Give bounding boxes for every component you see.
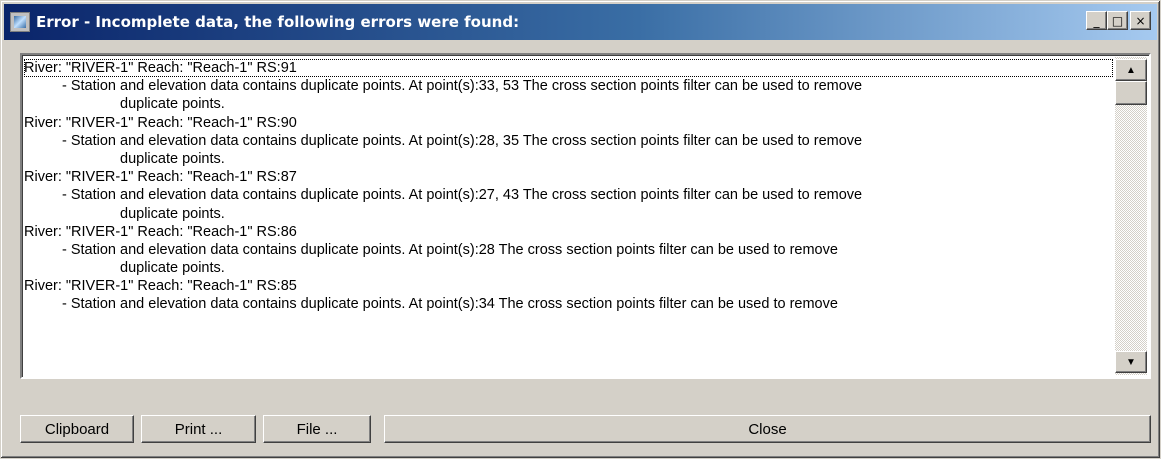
app-icon[interactable] [10, 12, 30, 32]
arrow-down-icon: ▼ [1126, 356, 1136, 368]
error-message-row[interactable]: - Station and elevation data contains du… [24, 132, 1113, 150]
error-list[interactable]: River: "RIVER-1" Reach: "Reach-1" RS:91 … [20, 53, 1151, 379]
maximize-icon: □ [1111, 13, 1124, 28]
error-header-row[interactable]: River: "RIVER-1" Reach: "Reach-1" RS:90 [24, 114, 1113, 132]
error-message-row[interactable]: - Station and elevation data contains du… [24, 241, 1113, 259]
error-message-row[interactable]: - Station and elevation data contains du… [24, 295, 1113, 313]
error-lines: River: "RIVER-1" Reach: "Reach-1" RS:91 … [24, 59, 1113, 314]
close-window-button[interactable]: × [1130, 11, 1151, 30]
maximize-button[interactable]: □ [1107, 11, 1128, 30]
error-message-row[interactable]: - Station and elevation data contains du… [24, 77, 1113, 95]
minimize-icon: _ [1093, 13, 1100, 28]
title-bar[interactable]: Error - Incomplete data, the following e… [4, 4, 1157, 40]
title-bar-controls: _ □ × [1086, 11, 1151, 30]
error-dialog: Error - Incomplete data, the following e… [0, 0, 1161, 459]
file-button[interactable]: File ... [263, 415, 371, 443]
window-title: Error - Incomplete data, the following e… [36, 13, 520, 31]
error-message-row[interactable]: - Station and elevation data contains du… [24, 186, 1113, 204]
error-message-continuation[interactable]: duplicate points. [24, 150, 1113, 168]
print-button[interactable]: Print ... [141, 415, 256, 443]
error-message-continuation[interactable]: duplicate points. [24, 205, 1113, 223]
arrow-up-icon: ▲ [1126, 64, 1136, 76]
error-message-continuation[interactable]: duplicate points. [24, 95, 1113, 113]
scroll-thumb[interactable] [1115, 81, 1147, 105]
minimize-button[interactable]: _ [1086, 11, 1107, 30]
vertical-scrollbar[interactable]: ▲ ▼ [1115, 57, 1147, 375]
close-button[interactable]: Close [384, 415, 1151, 443]
error-header-row[interactable]: River: "RIVER-1" Reach: "Reach-1" RS:91 [24, 59, 1113, 78]
scroll-down-button[interactable]: ▼ [1115, 351, 1147, 373]
error-header-row[interactable]: River: "RIVER-1" Reach: "Reach-1" RS:85 [24, 277, 1113, 295]
scroll-up-button[interactable]: ▲ [1115, 59, 1147, 81]
close-icon: × [1135, 13, 1146, 28]
error-header-row[interactable]: River: "RIVER-1" Reach: "Reach-1" RS:87 [24, 168, 1113, 186]
clipboard-button[interactable]: Clipboard [20, 415, 134, 443]
error-header-row[interactable]: River: "RIVER-1" Reach: "Reach-1" RS:86 [24, 223, 1113, 241]
error-message-continuation[interactable]: duplicate points. [24, 259, 1113, 277]
